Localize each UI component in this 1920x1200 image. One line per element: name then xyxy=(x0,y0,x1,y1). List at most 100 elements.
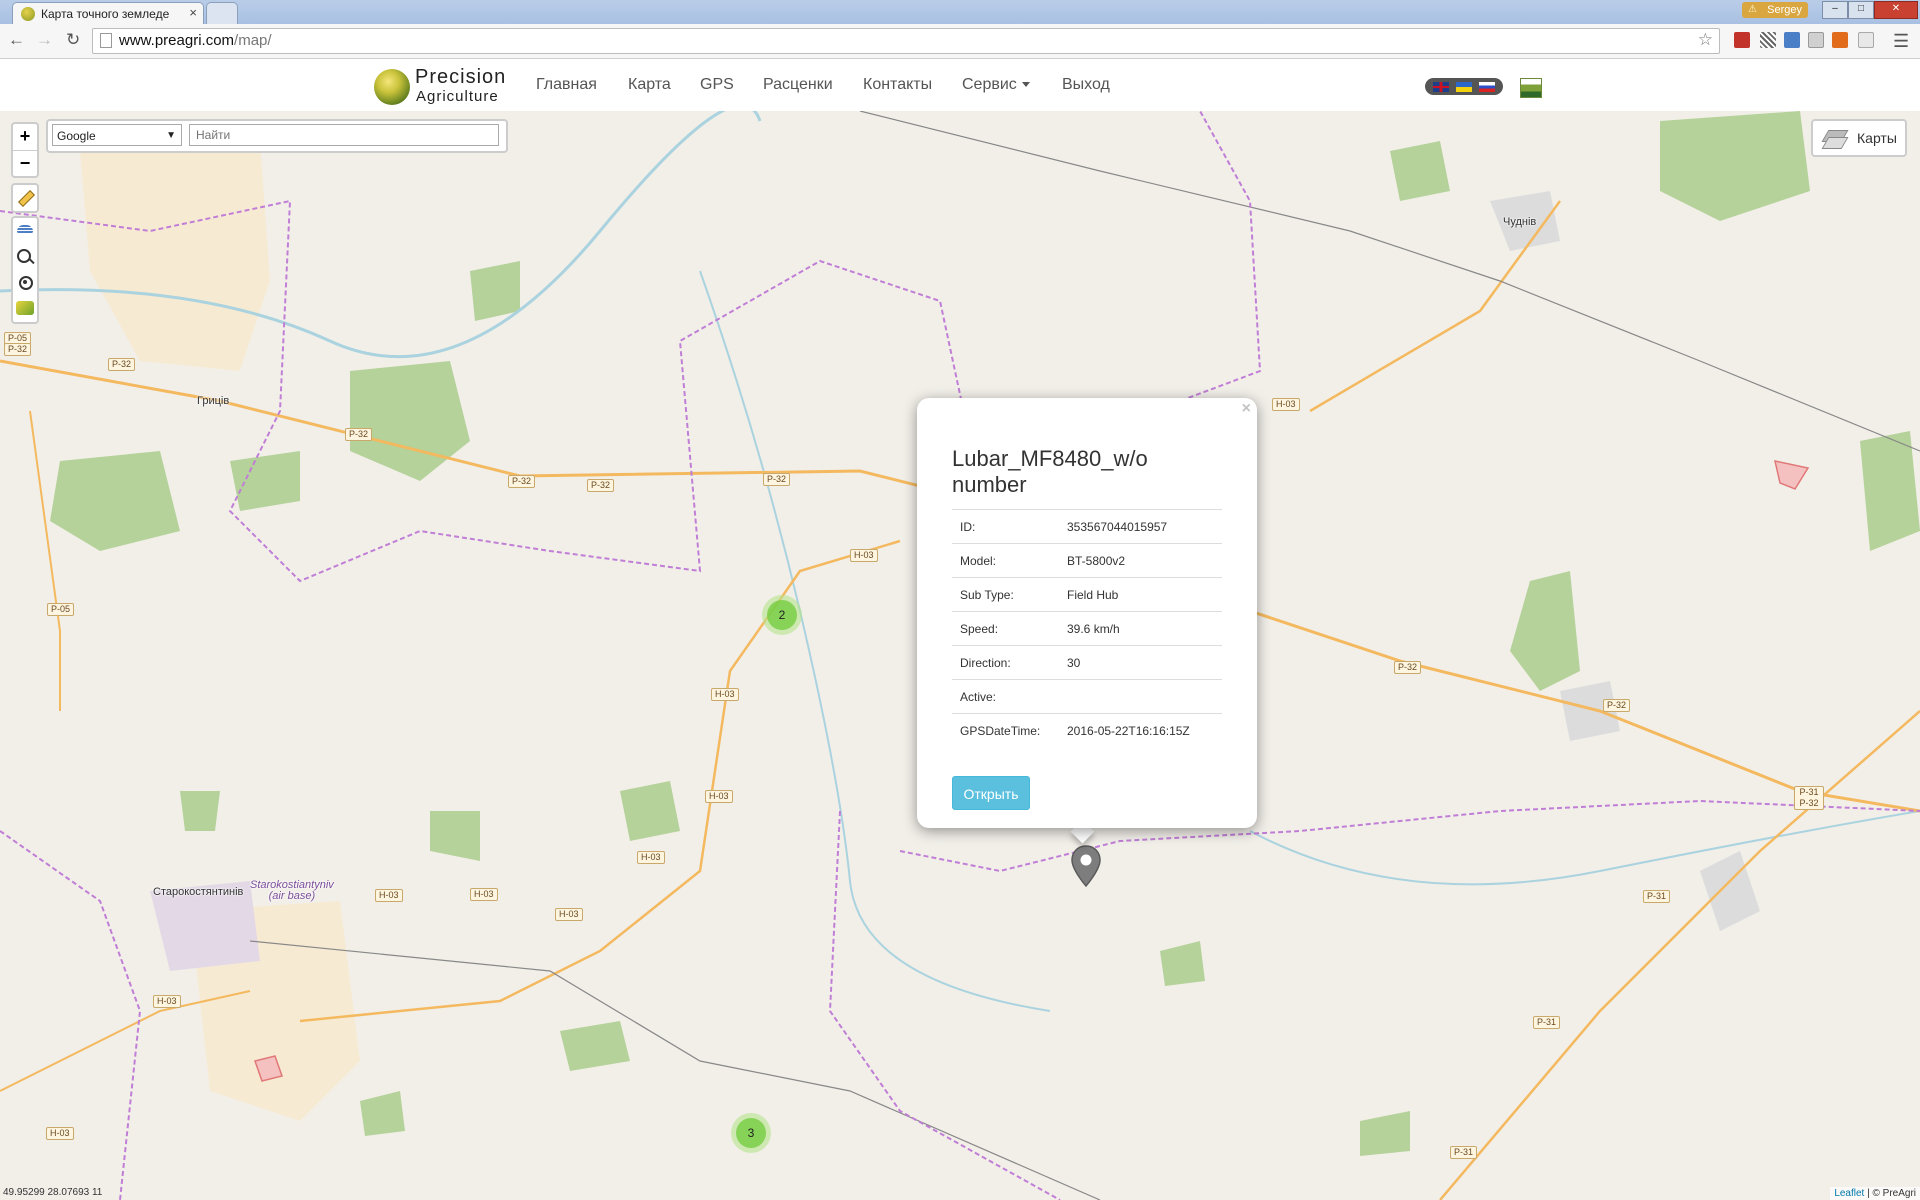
tab-close-icon[interactable]: × xyxy=(189,5,197,20)
user-field-icon[interactable] xyxy=(1520,78,1542,98)
field-icon[interactable] xyxy=(13,296,37,322)
logo-icon[interactable] xyxy=(374,69,410,105)
nav-link-gps[interactable]: GPS xyxy=(700,76,734,94)
cursor-coordinates: 49.95299 28.07693 11 xyxy=(3,1187,103,1198)
table-row: Sub Type: Field Hub xyxy=(952,577,1222,612)
address-bar[interactable]: www.preagri.com/map/ ☆ xyxy=(92,28,1720,54)
road-label: P-32 xyxy=(108,358,136,371)
bookmark-star-icon[interactable]: ☆ xyxy=(1698,30,1713,50)
table-row: ID: 353567044015957 xyxy=(952,509,1222,544)
road-label: H-03 xyxy=(46,1127,74,1140)
cluster-count: 3 xyxy=(736,1118,766,1148)
profile-badge[interactable]: Sergey xyxy=(1742,2,1808,18)
road-label: P-32 xyxy=(1603,699,1631,712)
layers-switcher-button[interactable]: Карты xyxy=(1811,119,1907,157)
window-close-button[interactable]: ✕ xyxy=(1874,1,1918,19)
caret-down-icon xyxy=(1021,82,1030,88)
new-tab-button[interactable] xyxy=(206,2,238,25)
marker-cluster[interactable]: 3 xyxy=(731,1113,771,1153)
box-extension-icon[interactable] xyxy=(1858,32,1874,48)
provider-select[interactable]: Google ▼ xyxy=(52,124,182,146)
road-label: P-31 xyxy=(1643,890,1671,903)
field-value: 30 xyxy=(1059,645,1222,680)
map-pin-icon[interactable] xyxy=(1070,844,1102,888)
field-key: Sub Type: xyxy=(952,577,1059,612)
place-label-hrytsiv: Гриців xyxy=(197,395,230,407)
browser-toolbar: ← → ↻ www.preagri.com/map/ ☆ ☰ xyxy=(0,24,1920,59)
layers-label: Карты xyxy=(1857,130,1897,146)
field-value: BT-5800v2 xyxy=(1059,543,1222,578)
road-label: P-32 xyxy=(587,479,615,492)
forward-arrow-icon[interactable]: → xyxy=(36,30,53,50)
road-label: P-32 xyxy=(4,343,32,356)
field-value: Field Hub xyxy=(1059,577,1222,612)
place-label-airbase: Starokostiantyniv (air base) xyxy=(250,880,334,902)
road-label: H-03 xyxy=(705,790,733,803)
nav-link-map[interactable]: Карта xyxy=(628,76,671,94)
field-key: ID: xyxy=(952,509,1059,544)
page-icon xyxy=(100,33,112,48)
window-maximize-button[interactable]: □ xyxy=(1848,1,1874,19)
road-label: P-05 xyxy=(47,603,75,616)
locate-icon[interactable] xyxy=(13,270,37,296)
attribution-leaflet-link[interactable]: Leaflet xyxy=(1834,1188,1864,1199)
bookmark-extension-icon[interactable] xyxy=(1734,32,1750,48)
browser-tab[interactable]: Карта точного земледе × xyxy=(12,2,204,25)
road-label: P-31 xyxy=(1533,1016,1561,1029)
field-value: 39.6 km/h xyxy=(1059,611,1222,646)
attribution-text: | © PreAgri xyxy=(1864,1188,1916,1199)
layers-draw-icon[interactable] xyxy=(13,218,37,244)
brand-name[interactable]: Precision xyxy=(415,66,506,89)
geosearch-control: Google ▼ xyxy=(46,119,508,153)
road-label: H-03 xyxy=(470,888,498,901)
table-row: Active: xyxy=(952,679,1222,714)
zoom-out-button[interactable]: − xyxy=(13,151,37,177)
back-arrow-icon[interactable]: ← xyxy=(8,30,25,50)
window-minimize-button[interactable]: – xyxy=(1822,1,1848,19)
reload-icon[interactable]: ↻ xyxy=(66,30,80,50)
nav-dropdown-service[interactable]: Сервис xyxy=(962,76,1030,94)
popup-close-icon[interactable]: × xyxy=(1242,400,1251,418)
zoom-control: + − xyxy=(11,122,39,178)
flag-ru-icon[interactable] xyxy=(1479,82,1495,92)
marker-cluster[interactable]: 2 xyxy=(762,595,802,635)
language-switcher xyxy=(1425,78,1503,95)
browser-menu-icon[interactable]: ☰ xyxy=(1893,31,1909,52)
table-row: Model: BT-5800v2 xyxy=(952,543,1222,578)
road-label: H-03 xyxy=(711,688,739,701)
table-row: Direction: 30 xyxy=(952,645,1222,680)
road-label: P-32 xyxy=(508,475,536,488)
nav-link-prices[interactable]: Расценки xyxy=(763,76,833,94)
road-label: P-31 xyxy=(1450,1146,1478,1159)
select-arrow-icon: ▼ xyxy=(166,130,176,141)
flag-en-icon[interactable] xyxy=(1433,82,1449,92)
field-key: GPSDateTime: xyxy=(952,713,1059,747)
road-label: P-31 P-32 xyxy=(1794,786,1824,810)
adblock-off-extension-icon[interactable] xyxy=(1832,32,1848,48)
nav-service-label: Сервис xyxy=(962,76,1017,93)
gray-extension-icon[interactable] xyxy=(1808,32,1824,48)
place-label-chudniv: Чуднів xyxy=(1503,216,1537,228)
road-label: H-03 xyxy=(375,889,403,902)
search-input[interactable] xyxy=(189,124,499,146)
map-tools-control xyxy=(11,216,39,324)
open-device-button[interactable]: Открыть xyxy=(952,776,1030,810)
ruler-icon[interactable] xyxy=(13,185,37,211)
table-row: GPSDateTime: 2016-05-22T16:16:15Z xyxy=(952,713,1222,747)
zoom-in-button[interactable]: + xyxy=(13,124,37,151)
brand-subtitle[interactable]: Agriculture xyxy=(416,88,499,105)
nav-link-home[interactable]: Главная xyxy=(536,76,597,94)
cluster-count: 2 xyxy=(767,600,797,630)
zoom-box-icon[interactable] xyxy=(13,244,37,270)
field-key: Model: xyxy=(952,543,1059,578)
nav-link-logout[interactable]: Выход xyxy=(1062,76,1110,94)
map-canvas[interactable]: P-05 P-32 P-32 P-32 P-32 P-32 P-32 P-32 … xyxy=(0,111,1920,1200)
blue-extension-icon[interactable] xyxy=(1784,32,1800,48)
device-info-table: ID: 353567044015957 Model: BT-5800v2 Sub T… xyxy=(952,509,1222,747)
road-label: P-32 xyxy=(763,473,791,486)
url-text[interactable]: www.preagri.com/map/ xyxy=(119,32,272,49)
map-attribution: Leaflet | © PreAgri xyxy=(1830,1187,1920,1200)
flag-ua-icon[interactable] xyxy=(1456,82,1472,92)
nav-link-contacts[interactable]: Контакты xyxy=(863,76,932,94)
grid-extension-icon[interactable] xyxy=(1760,32,1776,48)
